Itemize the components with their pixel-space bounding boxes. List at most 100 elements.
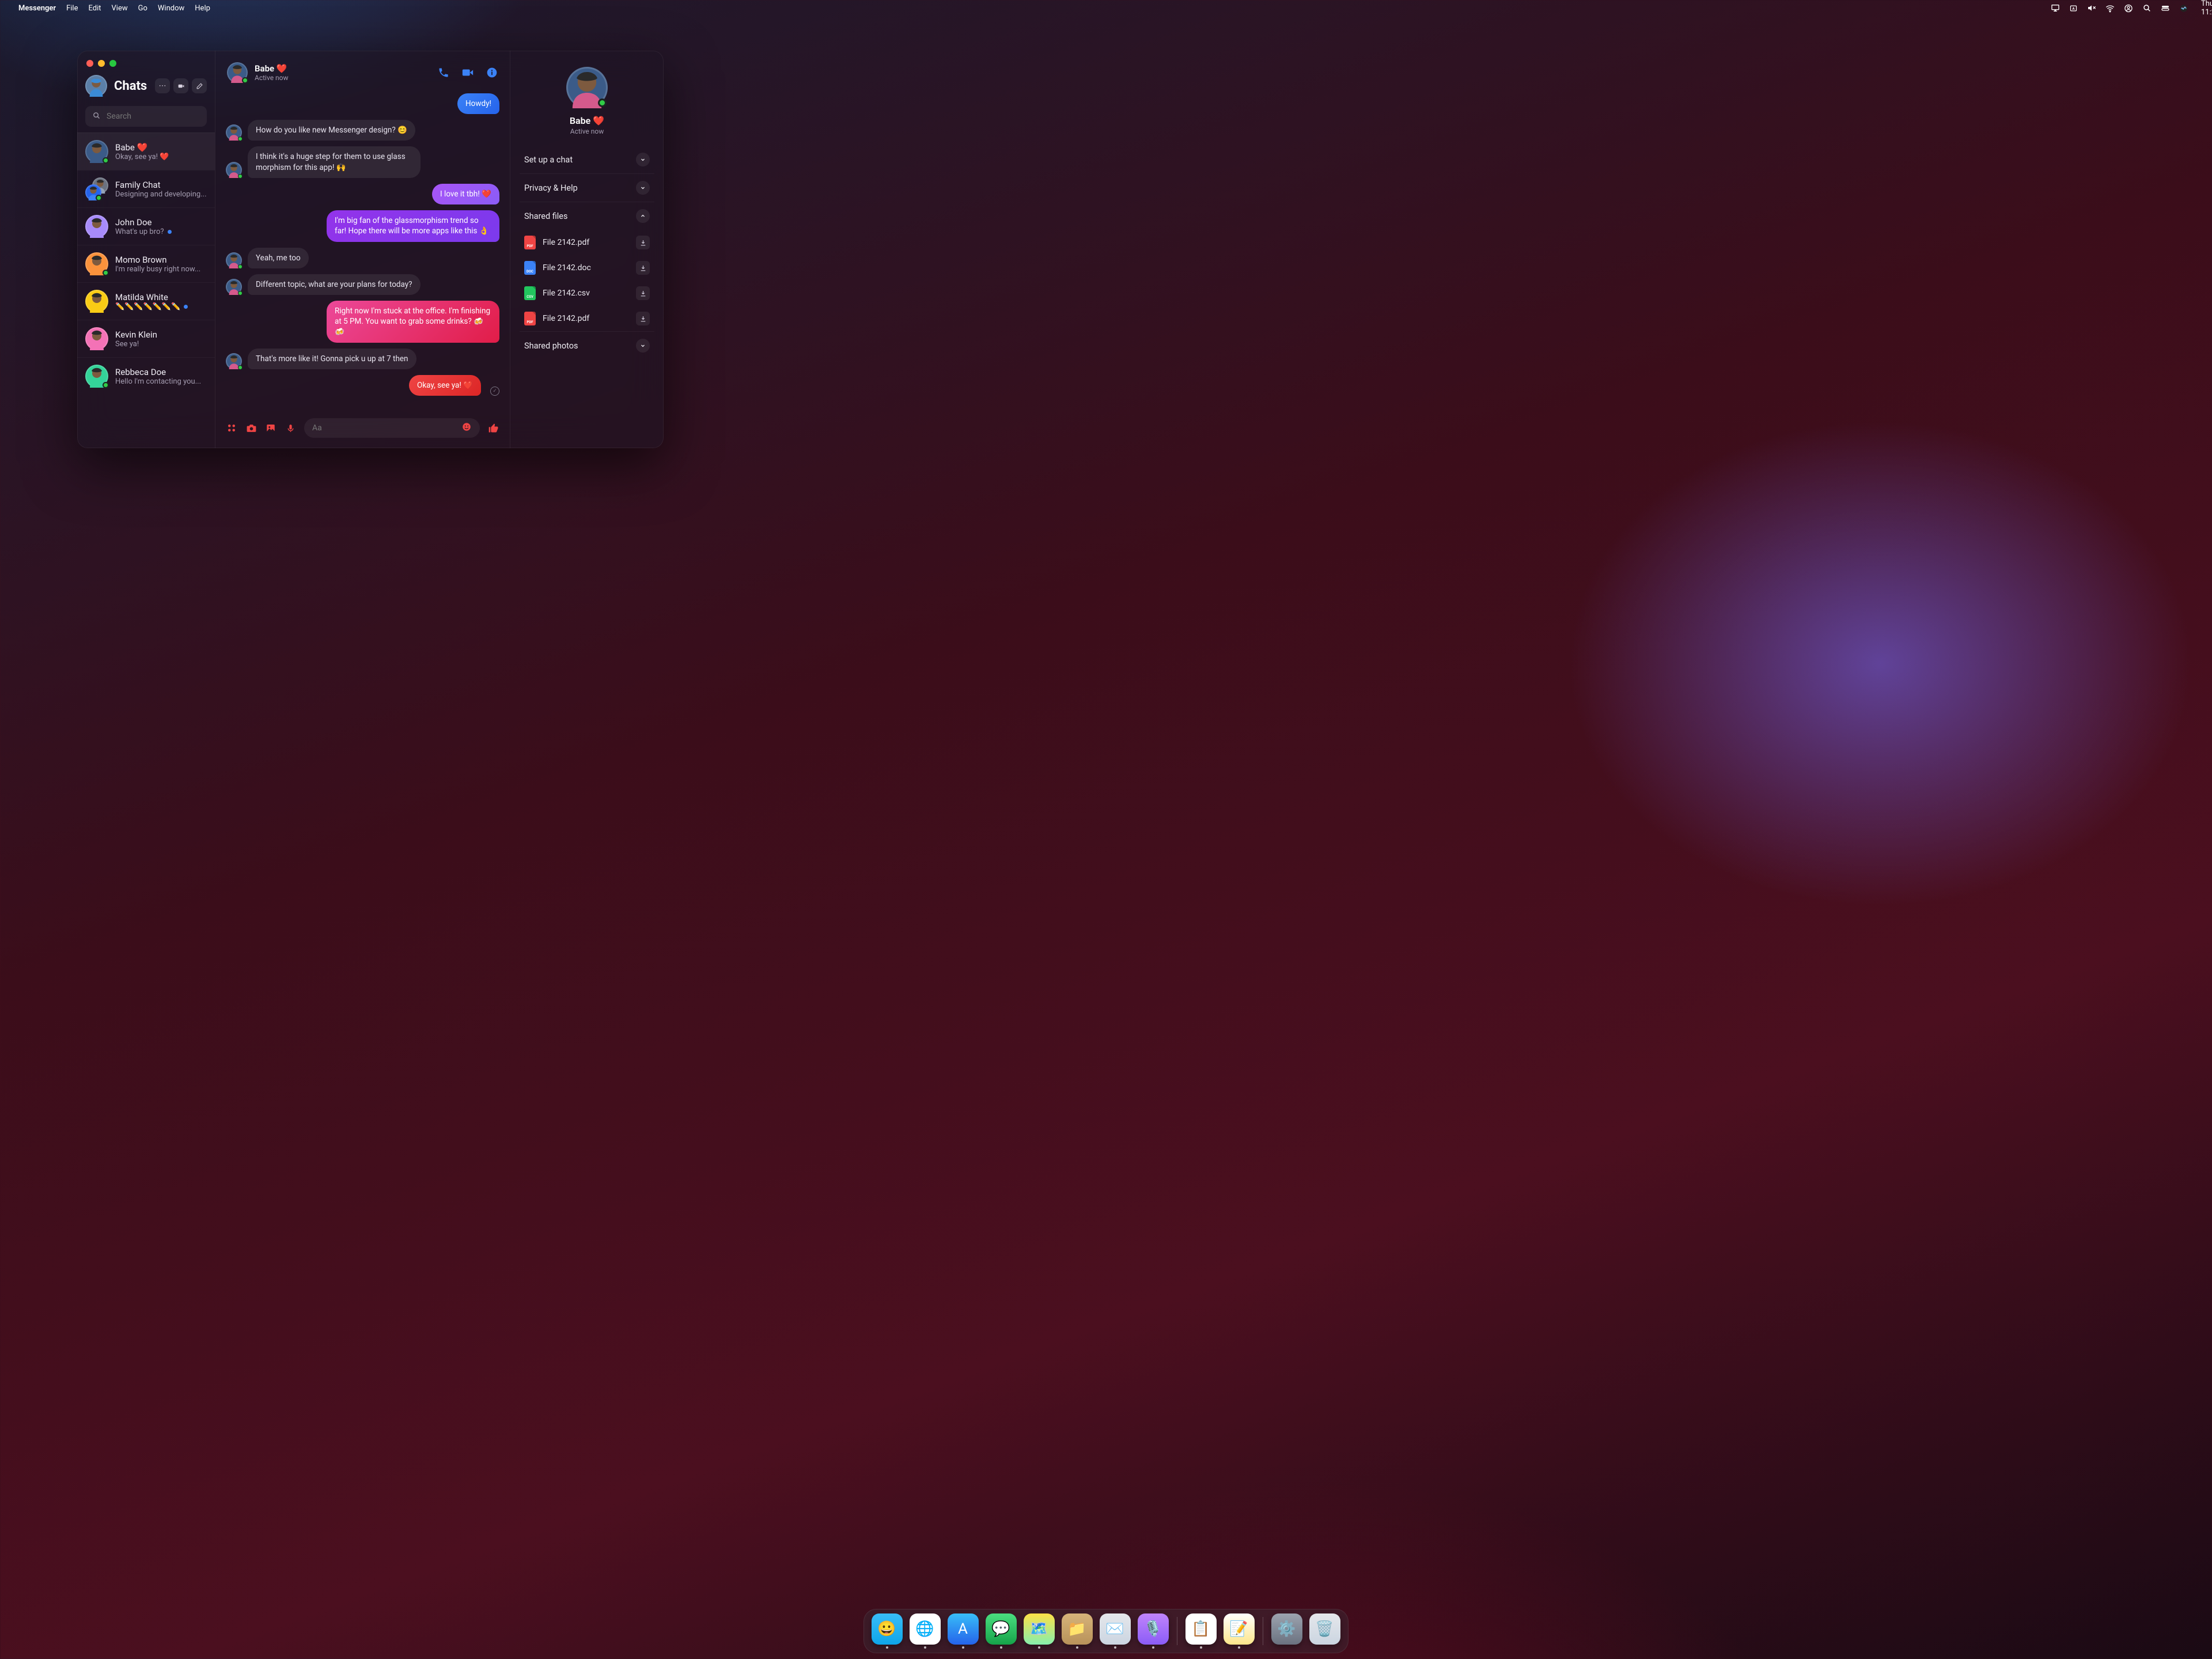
video-call-button[interactable] bbox=[461, 66, 474, 79]
wifi-icon[interactable] bbox=[2105, 3, 2115, 13]
dock-podcasts[interactable]: 🎙️ bbox=[1137, 1613, 1170, 1649]
section-privacy-help[interactable]: Privacy & Help bbox=[520, 173, 654, 202]
new-video-room-button[interactable] bbox=[173, 78, 188, 93]
message-bubble[interactable]: Howdy! bbox=[457, 93, 499, 114]
download-button[interactable] bbox=[636, 312, 650, 325]
siri-icon[interactable] bbox=[2179, 3, 2188, 13]
section-shared-photos[interactable]: Shared photos bbox=[520, 331, 654, 359]
chat-list-item[interactable]: Family Chat Designing and developing... bbox=[77, 170, 215, 207]
voice-call-button[interactable] bbox=[437, 66, 450, 79]
shared-file-item[interactable]: PDF File 2142.pdf bbox=[520, 230, 654, 255]
message-bubble[interactable]: Different topic, what are your plans for… bbox=[248, 274, 421, 295]
menu-view[interactable]: View bbox=[112, 4, 128, 13]
dock-notes[interactable]: 📝 bbox=[1222, 1613, 1256, 1649]
spotlight-icon[interactable] bbox=[2142, 3, 2152, 13]
contact-avatar bbox=[85, 252, 108, 275]
message-bubble[interactable]: Okay, see ya! ❤️ bbox=[409, 375, 481, 396]
user-icon[interactable] bbox=[2124, 3, 2133, 13]
dock-chrome[interactable]: 🌐 bbox=[908, 1613, 942, 1649]
dock-reminders[interactable]: 📋 bbox=[1184, 1613, 1218, 1649]
dock-mail[interactable]: ✉️ bbox=[1099, 1613, 1132, 1649]
message-bubble[interactable]: That's more like it! Gonna pick u up at … bbox=[248, 349, 416, 369]
chrome-icon: 🌐 bbox=[910, 1613, 941, 1645]
section-shared-files[interactable]: Shared files bbox=[520, 202, 654, 230]
menu-go[interactable]: Go bbox=[138, 4, 147, 13]
section-setup-chat[interactable]: Set up a chat bbox=[520, 146, 654, 173]
message-incoming: How do you like new Messenger design? 😊 bbox=[226, 120, 499, 141]
shared-file-item[interactable]: DOC File 2142.doc bbox=[520, 255, 654, 281]
dock-messages[interactable]: 💬 bbox=[984, 1613, 1018, 1649]
menu-window[interactable]: Window bbox=[158, 4, 184, 13]
download-button[interactable] bbox=[636, 286, 650, 300]
chat-list-item[interactable]: Kevin Klein See ya! bbox=[77, 320, 215, 357]
info-button[interactable] bbox=[486, 66, 498, 79]
chevron-down-icon bbox=[636, 181, 650, 195]
download-button[interactable] bbox=[636, 261, 650, 275]
more-menu-button[interactable]: ⋯ bbox=[155, 78, 170, 93]
chat-item-preview: ✏️✏️✏️✏️✏️✏️✏️ bbox=[115, 302, 207, 311]
dock-appstore[interactable]: A bbox=[946, 1613, 980, 1649]
search-input[interactable] bbox=[107, 112, 209, 121]
details-avatar[interactable] bbox=[566, 67, 608, 108]
photo-button[interactable] bbox=[265, 422, 276, 434]
sidebar: Chats ⋯ Babe ❤️ Okay, see ya! ❤️ Family … bbox=[77, 51, 215, 448]
shared-file-item[interactable]: CSV File 2142.csv bbox=[520, 281, 654, 306]
app-menu[interactable]: Messenger bbox=[18, 4, 56, 13]
menubar-clock[interactable]: Thu 11:22 bbox=[2201, 0, 2212, 17]
chat-list-item[interactable]: John Doe What's up bro? bbox=[77, 207, 215, 245]
message-outgoing: Howdy! bbox=[226, 93, 499, 114]
message-input[interactable] bbox=[312, 423, 461, 433]
conversation: Babe ❤️ Active now Howdy!How do you like… bbox=[215, 51, 510, 448]
camera-button[interactable] bbox=[245, 422, 257, 434]
search-field[interactable] bbox=[85, 106, 207, 127]
messages[interactable]: Howdy! How do you like new Messenger desi… bbox=[215, 91, 510, 412]
compose-button[interactable] bbox=[192, 78, 207, 93]
chat-list-item[interactable]: Matilda White ✏️✏️✏️✏️✏️✏️✏️ bbox=[77, 282, 215, 320]
menu-file[interactable]: File bbox=[66, 4, 78, 13]
messenger-window: Chats ⋯ Babe ❤️ Okay, see ya! ❤️ Family … bbox=[77, 51, 664, 448]
minimize-window[interactable] bbox=[98, 60, 105, 67]
chat-list-item[interactable]: Momo Brown I'm really busy right now... bbox=[77, 245, 215, 282]
volume-mute-icon[interactable] bbox=[2087, 3, 2096, 13]
section-label: Shared photos bbox=[524, 341, 578, 351]
keyboard-input-icon[interactable]: A bbox=[2069, 3, 2078, 13]
message-bubble[interactable]: I love it tbh! ❤️ bbox=[432, 184, 499, 204]
menu-edit[interactable]: Edit bbox=[88, 4, 101, 13]
message-input-wrapper[interactable] bbox=[304, 418, 480, 438]
menu-help[interactable]: Help bbox=[195, 4, 210, 13]
dock-trash[interactable]: 🗑️ bbox=[1308, 1613, 1342, 1649]
chat-list-item[interactable]: Rebbeca Doe Hello I'm contacting you... bbox=[77, 357, 215, 395]
running-indicator bbox=[886, 1646, 888, 1649]
airplay-icon[interactable] bbox=[2051, 3, 2060, 13]
dock-settings[interactable]: ⚙️ bbox=[1270, 1613, 1304, 1649]
more-actions-button[interactable] bbox=[226, 422, 237, 434]
message-bubble[interactable]: How do you like new Messenger design? 😊 bbox=[248, 120, 415, 141]
pdf-file-icon: PDF bbox=[524, 236, 536, 249]
chat-list-item[interactable]: Babe ❤️ Okay, see ya! ❤️ bbox=[77, 132, 215, 170]
message-bubble[interactable]: Right now I'm stuck at the office. I'm f… bbox=[327, 301, 499, 343]
section-label: Privacy & Help bbox=[524, 183, 578, 193]
running-indicator bbox=[962, 1646, 964, 1649]
message-avatar bbox=[226, 124, 242, 141]
download-button[interactable] bbox=[636, 236, 650, 249]
dock-files[interactable]: 📁 bbox=[1060, 1613, 1094, 1649]
like-button[interactable] bbox=[488, 422, 499, 434]
microphone-button[interactable] bbox=[285, 422, 296, 434]
dock-maps[interactable]: 🗺️ bbox=[1022, 1613, 1056, 1649]
shared-file-item[interactable]: PDF File 2142.pdf bbox=[520, 306, 654, 331]
chat-header-avatar[interactable] bbox=[227, 62, 248, 83]
chat-item-name: Matilda White bbox=[115, 292, 207, 302]
dock-finder[interactable]: 😀 bbox=[870, 1613, 904, 1649]
message-avatar bbox=[226, 353, 242, 369]
me-avatar[interactable] bbox=[85, 75, 107, 97]
emoji-button[interactable] bbox=[461, 422, 472, 434]
mail-icon: ✉️ bbox=[1100, 1613, 1131, 1645]
details-name: Babe ❤️ bbox=[570, 115, 604, 126]
message-bubble[interactable]: I'm big fan of the glassmorphism trend s… bbox=[327, 210, 499, 241]
fullscreen-window[interactable] bbox=[109, 60, 116, 67]
message-bubble[interactable]: I think it's a huge step for them to use… bbox=[248, 146, 421, 177]
close-window[interactable] bbox=[86, 60, 93, 67]
control-center-icon[interactable] bbox=[2161, 3, 2170, 13]
message-bubble[interactable]: Yeah, me too bbox=[248, 248, 309, 268]
running-indicator bbox=[1200, 1646, 1202, 1649]
